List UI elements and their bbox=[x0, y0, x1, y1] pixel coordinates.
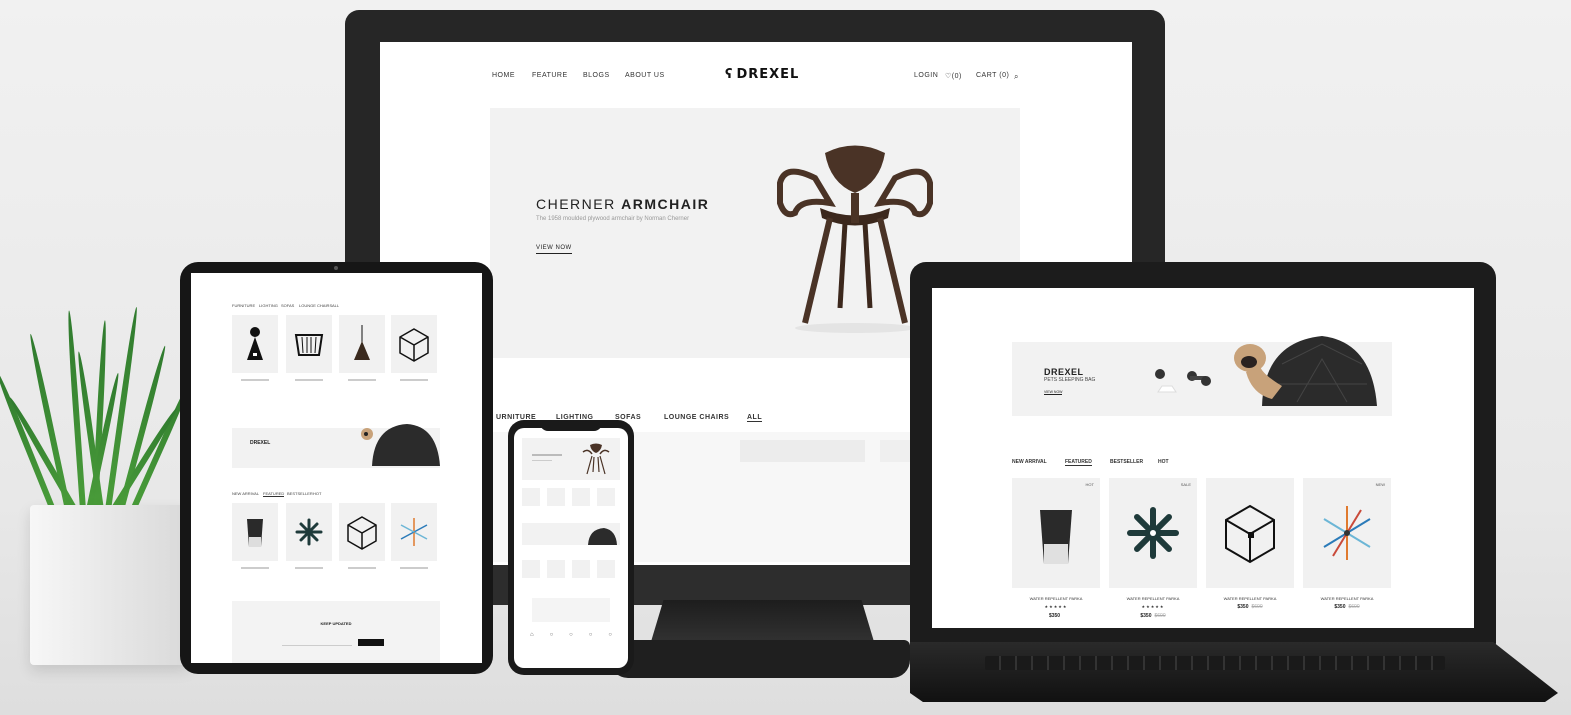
product-badge: HOT bbox=[1085, 482, 1094, 487]
product-name[interactable]: WATER REPELLENT PARKA bbox=[1012, 596, 1100, 601]
tablet-screen: FURNITURE LIGHTING SOFAS LOUNGE CHAIRS A… bbox=[191, 273, 482, 663]
laptop-tab-featured[interactable]: FEATURED bbox=[1065, 459, 1092, 466]
swan-logo-icon: ʕ bbox=[725, 67, 734, 82]
product-card[interactable]: HOT bbox=[1012, 478, 1100, 588]
banner-product: PETS SLEEPING BAG bbox=[1044, 377, 1096, 383]
nav-login[interactable]: LOGIN bbox=[914, 72, 938, 79]
planter-image bbox=[1040, 510, 1072, 564]
product-card[interactable]: SALE bbox=[1109, 478, 1197, 588]
phone-screen: ⌂ ○ ○ ○ ○ bbox=[514, 428, 628, 668]
nav-blogs[interactable]: BLOGS bbox=[583, 72, 610, 79]
tablet-product-sunburst[interactable] bbox=[391, 503, 437, 561]
phone-banner[interactable] bbox=[522, 523, 620, 545]
pet-dome-image bbox=[361, 424, 440, 466]
banner-brand: DREXEL bbox=[1044, 367, 1084, 377]
phone-chair-image bbox=[582, 443, 610, 475]
laptop-screen: DREXEL PETS SLEEPING BAG VIEW NOW NEW AR… bbox=[932, 288, 1474, 628]
phone-icon[interactable]: ○ bbox=[608, 632, 612, 642]
product-name[interactable]: WATER REPELLENT PARKA bbox=[1109, 596, 1197, 601]
product-rating: ★★★★★ bbox=[1141, 604, 1165, 609]
newsletter-title: KEEP UPDATED bbox=[320, 621, 352, 626]
phone-icon[interactable]: ⌂ bbox=[530, 632, 534, 642]
laptop-keyboard bbox=[985, 656, 1445, 670]
tablet-tab-all[interactable]: ALL bbox=[332, 303, 339, 308]
laptop-tab-new-arrival[interactable]: NEW ARRIVAL bbox=[1012, 459, 1047, 465]
subscribe-button[interactable] bbox=[358, 639, 384, 646]
starburst-clock-image bbox=[1127, 507, 1179, 559]
product-rating: ★★★★★ bbox=[1044, 604, 1068, 609]
sunburst-clock-image bbox=[1323, 506, 1371, 560]
nav-wishlist[interactable]: ♡(0) bbox=[945, 72, 962, 80]
nav-home[interactable]: HOME bbox=[492, 72, 515, 79]
tablet-product-basket[interactable] bbox=[286, 315, 332, 373]
tablet-camera bbox=[334, 266, 338, 270]
product-card[interactable] bbox=[1206, 478, 1294, 588]
tablet-tab-furniture[interactable]: FURNITURE bbox=[232, 303, 255, 308]
nav-about[interactable]: ABOUT US bbox=[625, 72, 665, 79]
laptop-tab-hot[interactable]: HOT bbox=[1158, 459, 1169, 465]
view-now-button[interactable]: VIEW NOW bbox=[536, 245, 572, 254]
cube-lamp-image bbox=[1225, 504, 1275, 564]
hero-subtitle: The 1958 moulded plywood armchair by Nor… bbox=[536, 216, 690, 222]
tablet-tab-bestseller[interactable]: BESTSELLER bbox=[287, 491, 313, 496]
tablet-product-cube-2[interactable] bbox=[339, 503, 385, 561]
phone-icon[interactable]: ○ bbox=[589, 632, 593, 642]
newsletter-box: KEEP UPDATED bbox=[232, 601, 440, 663]
phone-icon[interactable]: ○ bbox=[569, 632, 573, 642]
hero-title: CHERNER ARMCHAIR bbox=[536, 196, 710, 212]
product-card[interactable]: NEW bbox=[1303, 478, 1391, 588]
product-badge: NEW bbox=[1375, 482, 1385, 487]
phone-hero[interactable] bbox=[522, 438, 620, 480]
tablet-product-lamp[interactable] bbox=[339, 315, 385, 373]
tablet-tab-new[interactable]: NEW ARRIVAL bbox=[232, 491, 259, 496]
phone-notch bbox=[540, 422, 602, 431]
nav-cart[interactable]: CART (0) bbox=[976, 72, 1009, 79]
tablet-product-figure[interactable] bbox=[232, 315, 278, 373]
search-icon[interactable]: ⌕ bbox=[1014, 72, 1019, 82]
tablet-banner-brand: DREXEL bbox=[250, 440, 271, 446]
tablet-product-pot[interactable] bbox=[232, 503, 278, 561]
product-price: $350 bbox=[1048, 613, 1061, 619]
tablet-product-clock[interactable] bbox=[286, 503, 332, 561]
tablet-tab-lighting[interactable]: LIGHTING bbox=[259, 303, 278, 308]
dumbbell-image bbox=[1155, 369, 1211, 393]
product-price: $350 $600 bbox=[1334, 604, 1360, 610]
tablet-product-cube[interactable] bbox=[391, 315, 437, 373]
monitor-stand-base bbox=[610, 640, 910, 678]
category-tab-all[interactable]: ALL bbox=[747, 414, 763, 422]
tablet-banner[interactable]: DREXEL bbox=[232, 424, 440, 468]
product-badge: SALE bbox=[1180, 482, 1191, 487]
banner-view-button[interactable]: VIEW NOW bbox=[1044, 390, 1063, 395]
laptop-banner[interactable]: DREXEL PETS SLEEPING BAG VIEW NOW bbox=[1012, 336, 1392, 416]
laptop-keyboard-deck bbox=[910, 642, 1558, 702]
site-logo[interactable]: ʕ DREXEL bbox=[725, 67, 799, 82]
tablet-tab-hot[interactable]: HOT bbox=[313, 491, 321, 496]
pet-dome-image bbox=[1234, 336, 1377, 406]
plant-pot bbox=[30, 505, 190, 665]
product-price: $350 $600 bbox=[1237, 604, 1263, 610]
monitor-stand-neck bbox=[650, 600, 875, 645]
phone-newsletter bbox=[532, 598, 610, 622]
tablet-tab-featured[interactable]: FEATURED bbox=[263, 491, 285, 497]
category-tab-lounge-chairs[interactable]: LOUNGE CHAIRS bbox=[664, 414, 729, 421]
tablet-tab-lounge[interactable]: LOUNGE CHAIRS bbox=[299, 303, 332, 308]
tablet-tab-sofas[interactable]: SOFAS bbox=[281, 303, 294, 308]
heart-icon: ♡ bbox=[945, 73, 952, 80]
product-name[interactable]: WATER REPELLENT PARKA bbox=[1303, 596, 1391, 601]
nav-feature[interactable]: FEATURE bbox=[532, 72, 568, 79]
newsletter-input[interactable] bbox=[282, 639, 352, 646]
phone-icon[interactable]: ○ bbox=[550, 632, 554, 642]
product-name[interactable]: WATER REPELLENT PARKA bbox=[1206, 596, 1294, 601]
laptop-tab-bestseller[interactable]: BESTSELLER bbox=[1110, 459, 1143, 465]
phone-footer-icons: ⌂ ○ ○ ○ ○ bbox=[522, 632, 620, 642]
product-price: $350 $600 bbox=[1140, 613, 1166, 619]
